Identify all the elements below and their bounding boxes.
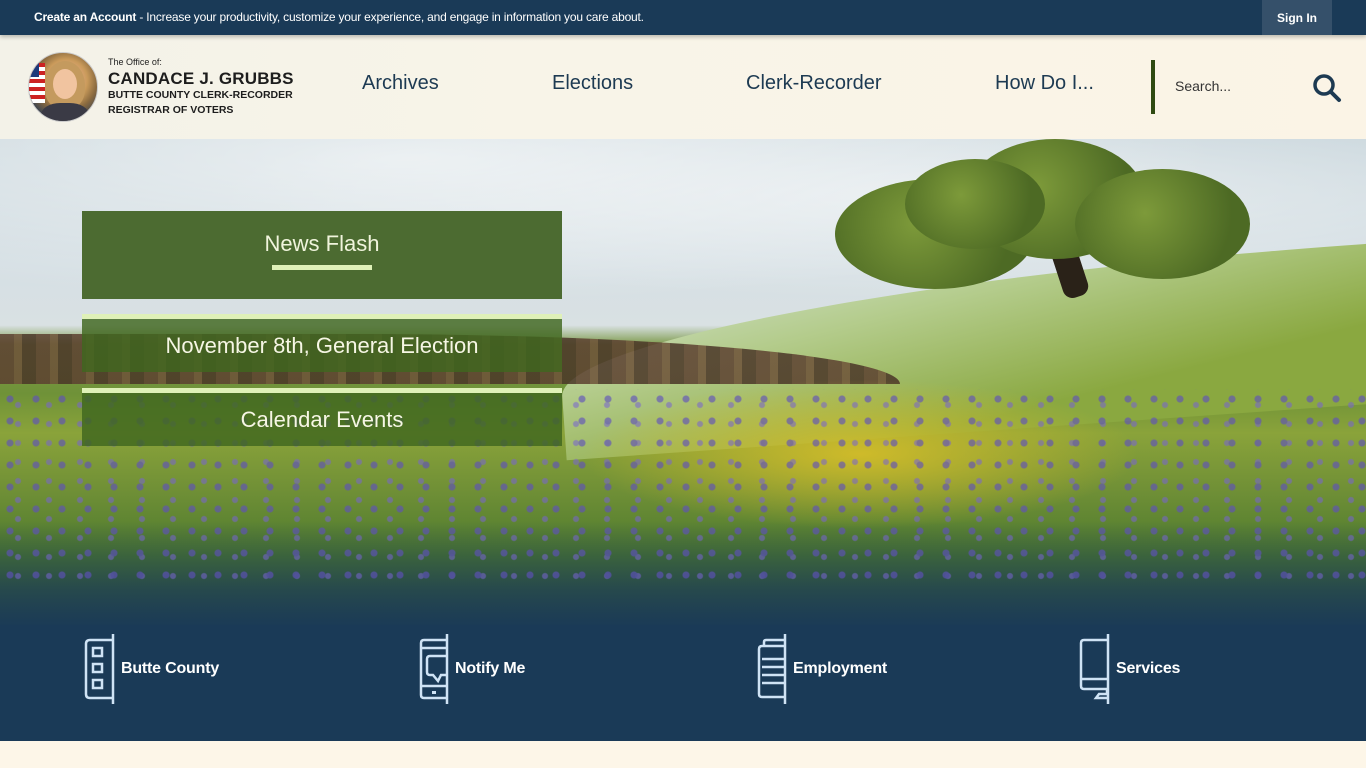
page-footer-strip <box>0 741 1366 768</box>
search-icon <box>1313 74 1341 102</box>
search-divider <box>1151 60 1155 114</box>
computer-icon <box>1079 634 1110 704</box>
building-icon <box>84 634 115 704</box>
flag-icon <box>29 63 45 103</box>
quick-links-bar: Butte County Notify Me Employment Servic… <box>0 625 1366 741</box>
logo-name: CANDACE J. GRUBBS <box>108 68 294 88</box>
document-icon <box>757 634 787 704</box>
quicklink-label: Services <box>1116 660 1181 677</box>
nav-how-do-i[interactable]: How Do I... <box>995 72 1094 95</box>
general-election-link[interactable]: November 8th, General Election <box>82 314 562 372</box>
top-bar: Create an Account - Increase your produc… <box>0 0 1366 35</box>
search-box <box>1151 60 1341 114</box>
promo-text: - Increase your productivity, customize … <box>136 10 644 24</box>
logo-text: The Office of: CANDACE J. GRUBBS BUTTE C… <box>108 57 294 118</box>
sign-in-button[interactable]: Sign In <box>1262 0 1332 35</box>
quicklink-label: Notify Me <box>455 660 526 677</box>
oak-tree-image <box>835 139 1255 309</box>
quicklink-label: Butte County <box>121 660 220 677</box>
clerk-portrait <box>28 52 98 122</box>
phone-message-icon <box>419 634 449 704</box>
search-input[interactable] <box>1175 78 1295 94</box>
quicklink-label: Employment <box>793 660 888 677</box>
nav-elections[interactable]: Elections <box>552 72 633 95</box>
search-button[interactable] <box>1311 72 1343 104</box>
news-flash-panel[interactable]: News Flash <box>82 211 562 299</box>
logo-title-2: REGISTRAR OF VOTERS <box>108 103 234 116</box>
site-logo[interactable]: The Office of: CANDACE J. GRUBBS BUTTE C… <box>28 52 294 122</box>
news-flash-title: News Flash <box>264 231 380 256</box>
site-header: The Office of: CANDACE J. GRUBBS BUTTE C… <box>0 35 1366 139</box>
news-flash-underline <box>272 265 372 270</box>
logo-office: The Office of: <box>108 56 162 67</box>
create-account-promo[interactable]: Create an Account - Increase your produc… <box>34 10 644 24</box>
nav-archives[interactable]: Archives <box>362 72 439 95</box>
logo-title-1: BUTTE COUNTY CLERK-RECORDER <box>108 88 293 101</box>
nav-clerk-recorder[interactable]: Clerk-Recorder <box>746 72 882 95</box>
quicklink-employment[interactable]: Employment <box>756 634 887 704</box>
create-account-link[interactable]: Create an Account <box>34 10 136 24</box>
calendar-events-link[interactable]: Calendar Events <box>82 388 562 446</box>
quicklink-notify-me[interactable]: Notify Me <box>418 634 525 704</box>
quicklink-services[interactable]: Services <box>1079 634 1180 704</box>
quicklink-butte-county[interactable]: Butte County <box>84 634 219 704</box>
